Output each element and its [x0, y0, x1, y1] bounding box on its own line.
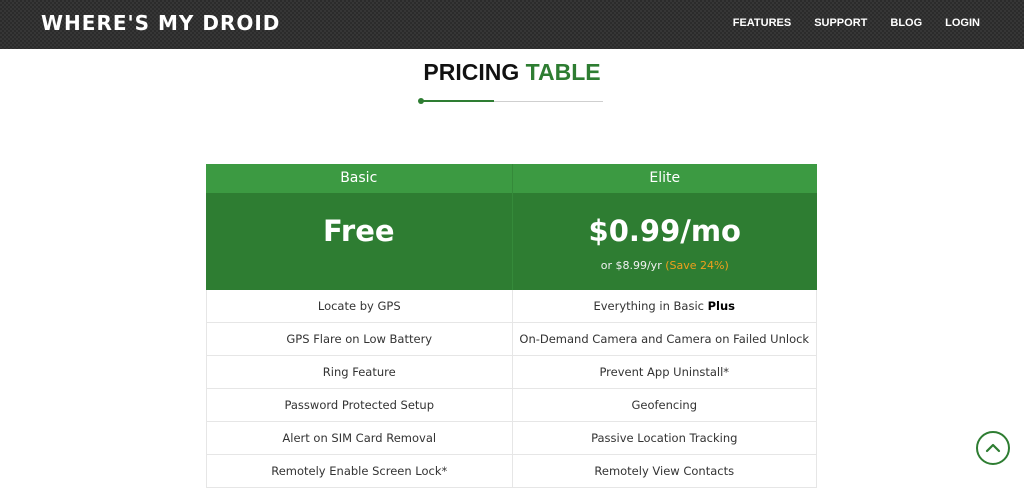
- feature-elite: Prevent App Uninstall*: [511, 356, 817, 389]
- plan-name-elite: Elite: [511, 164, 817, 193]
- feature-elite: Passive Location Tracking: [511, 422, 817, 455]
- scroll-to-top-button[interactable]: [976, 431, 1010, 465]
- plan-elite: Elite $0.99/mo or $8.99/yr (Save 24%): [511, 164, 818, 290]
- feature-row: GPS Flare on Low Battery On-Demand Camer…: [206, 323, 817, 356]
- plan-alt-price-elite: or $8.99/yr (Save 24%): [513, 259, 818, 272]
- feature-basic: Locate by GPS: [206, 290, 512, 323]
- main-nav: FEATURES SUPPORT BLOG LOGIN: [710, 17, 980, 29]
- section-title-part2: TABLE: [525, 59, 601, 85]
- nav-link-support[interactable]: SUPPORT: [814, 17, 867, 29]
- site-logo[interactable]: WHERE'S MY DROID: [41, 11, 280, 35]
- feature-row: Ring Feature Prevent App Uninstall*: [206, 356, 817, 389]
- title-divider-dot: [418, 98, 424, 104]
- yearly-price: or $8.99/yr: [600, 259, 662, 272]
- plan-price-box-basic: Free: [206, 193, 512, 290]
- feature-basic: Alert on SIM Card Removal: [206, 422, 512, 455]
- feature-basic: Remotely Enable Screen Lock*: [206, 455, 512, 488]
- feature-elite-text: Everything in Basic: [593, 299, 704, 313]
- feature-elite: Geofencing: [511, 389, 817, 422]
- feature-elite-bold: Plus: [707, 299, 736, 313]
- plan-header-row: Basic Free Elite $0.99/mo or $8.99/yr (S…: [206, 164, 817, 290]
- chevron-up-icon: [985, 443, 1001, 453]
- feature-row: Password Protected Setup Geofencing: [206, 389, 817, 422]
- nav-link-features[interactable]: FEATURES: [733, 17, 791, 29]
- nav-link-login[interactable]: LOGIN: [945, 17, 980, 29]
- nav-link-blog[interactable]: BLOG: [890, 17, 922, 29]
- plan-basic: Basic Free: [206, 164, 512, 290]
- section-title: PRICING TABLE: [0, 59, 1024, 86]
- feature-row: Alert on SIM Card Removal Passive Locati…: [206, 422, 817, 455]
- feature-row: Locate by GPS Everything in Basic Plus: [206, 290, 817, 323]
- pricing-table: Basic Free Elite $0.99/mo or $8.99/yr (S…: [206, 164, 817, 488]
- section-title-part1: PRICING: [423, 59, 520, 85]
- feature-elite: On-Demand Camera and Camera on Failed Un…: [511, 323, 817, 356]
- savings-badge: (Save 24%): [665, 259, 729, 272]
- title-divider-accent: [421, 100, 494, 102]
- feature-row: Remotely Enable Screen Lock* Remotely Vi…: [206, 455, 817, 488]
- plan-name-basic: Basic: [206, 164, 512, 193]
- feature-elite: Remotely View Contacts: [511, 455, 817, 488]
- plan-price-box-elite: $0.99/mo or $8.99/yr (Save 24%): [511, 193, 818, 290]
- plan-price-elite: $0.99/mo: [588, 214, 741, 248]
- feature-basic: GPS Flare on Low Battery: [206, 323, 512, 356]
- feature-basic: Password Protected Setup: [206, 389, 512, 422]
- feature-elite: Everything in Basic Plus: [511, 290, 817, 323]
- top-navbar: WHERE'S MY DROID FEATURES SUPPORT BLOG L…: [0, 0, 1024, 49]
- plan-price-basic: Free: [322, 214, 395, 248]
- feature-basic: Ring Feature: [206, 356, 512, 389]
